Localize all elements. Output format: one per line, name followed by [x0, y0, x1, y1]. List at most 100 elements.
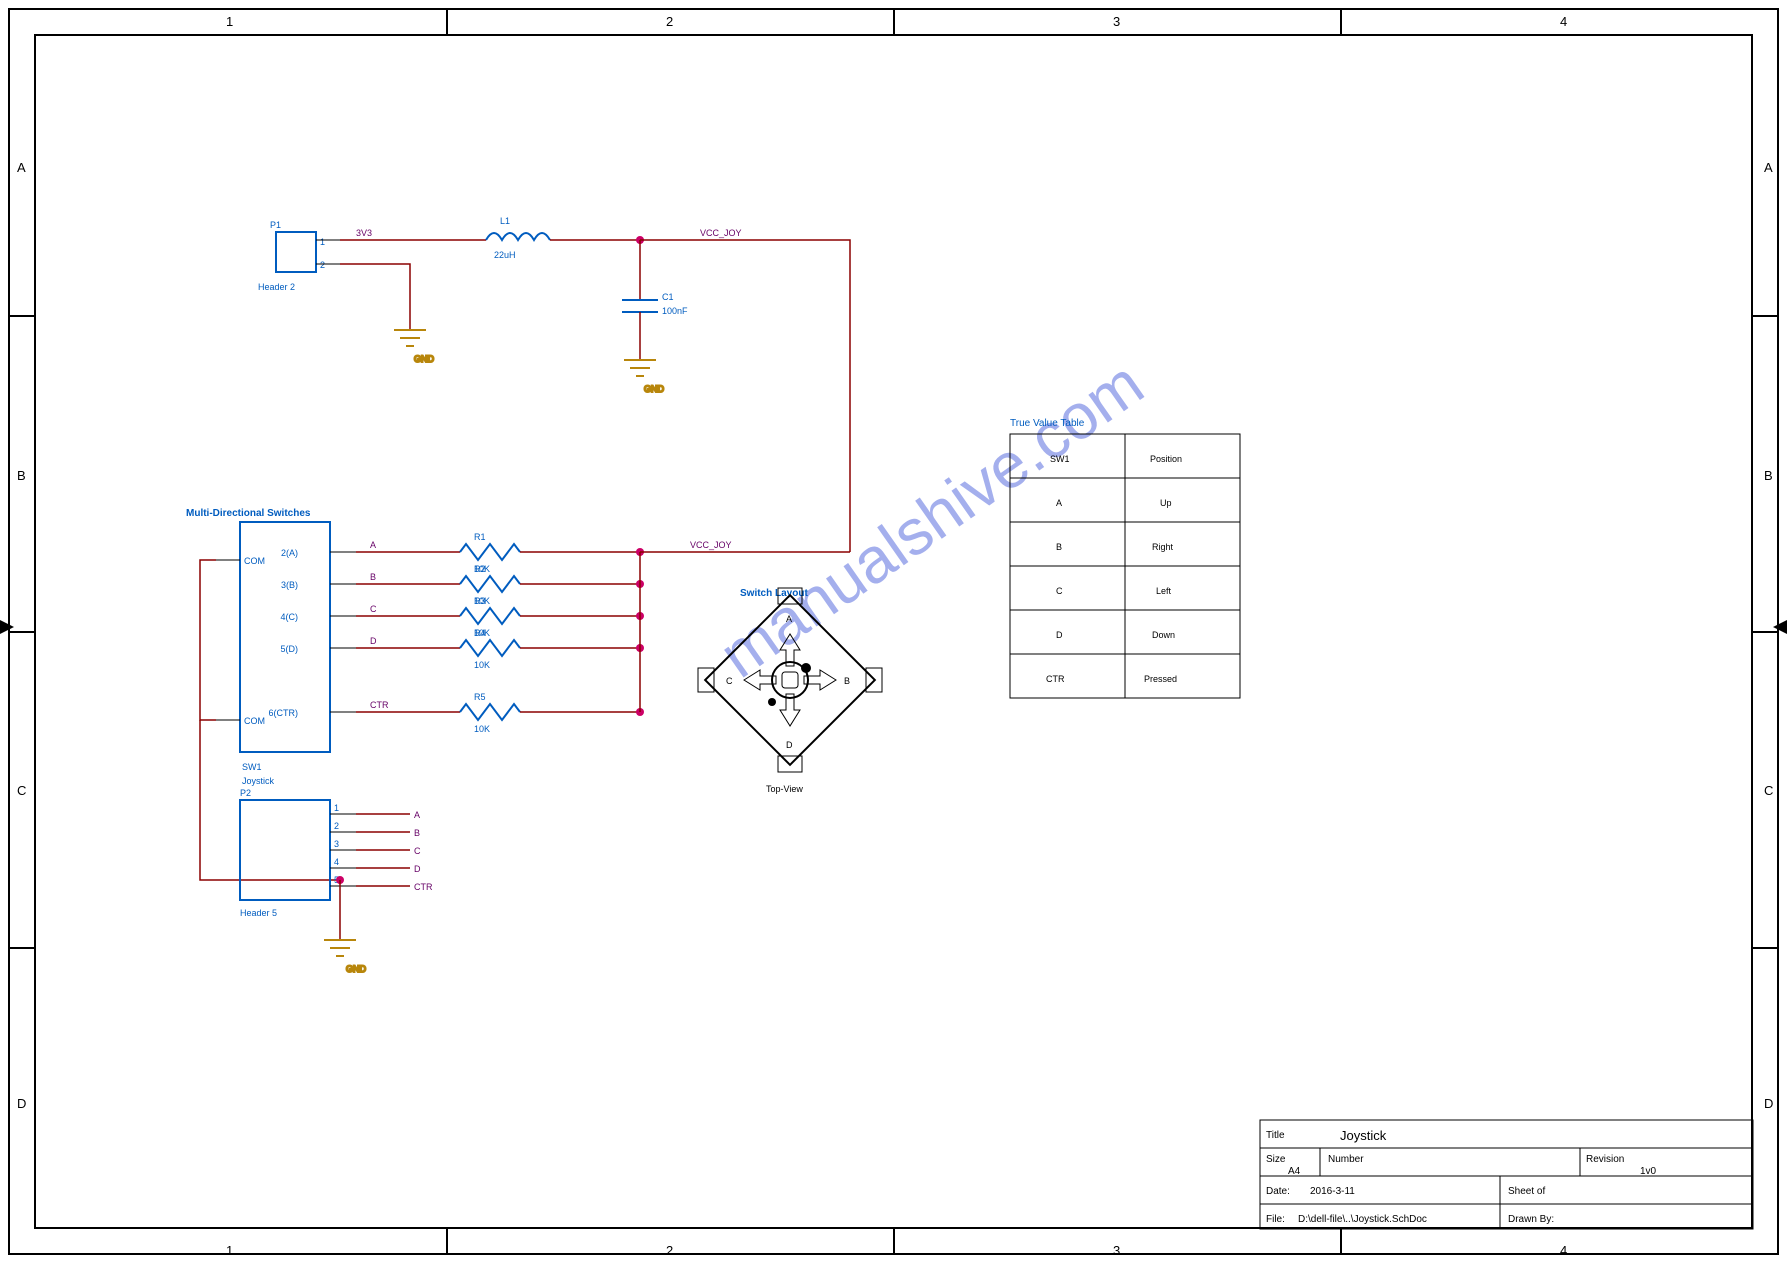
svg-text:Sheet of: Sheet of	[1508, 1186, 1545, 1197]
svg-text:R2: R2	[474, 564, 486, 574]
p2-nets: A B C D CTR	[356, 810, 433, 892]
wire	[640, 240, 850, 552]
switch-sw1: Multi-Directional Switches SW1 Joystick …	[186, 508, 356, 786]
svg-text:Right: Right	[1152, 542, 1174, 552]
svg-text:4: 4	[1560, 1243, 1567, 1258]
svg-text:File:: File:	[1266, 1214, 1285, 1225]
svg-text:6(CTR): 6(CTR)	[269, 708, 299, 718]
svg-text:Date:: Date:	[1266, 1186, 1290, 1197]
svg-text:Left: Left	[1156, 586, 1172, 596]
svg-text:Size: Size	[1266, 1154, 1286, 1165]
svg-text:2016-3-11: 2016-3-11	[1310, 1186, 1355, 1197]
svg-text:4(C): 4(C)	[281, 612, 299, 622]
gnd-symbol: GND	[624, 360, 665, 394]
svg-text:4: 4	[334, 857, 339, 867]
svg-text:R1: R1	[474, 532, 486, 542]
svg-text:SW1: SW1	[1050, 454, 1070, 464]
resistor-row-c: C R3 10K	[356, 596, 644, 638]
svg-text:Drawn By:: Drawn By:	[1508, 1214, 1554, 1225]
svg-text:P2: P2	[240, 788, 251, 798]
svg-text:C: C	[1764, 783, 1773, 798]
svg-text:A: A	[786, 614, 792, 624]
svg-text:2(A): 2(A)	[281, 548, 298, 558]
svg-text:B: B	[370, 572, 376, 582]
svg-text:1: 1	[226, 1243, 233, 1258]
svg-text:L1: L1	[500, 216, 510, 226]
wire	[200, 560, 216, 720]
svg-text:D: D	[1764, 1096, 1773, 1111]
connector-p2: P2 Header 5 1 2 3 4 5	[240, 788, 356, 918]
svg-text:C1: C1	[662, 292, 674, 302]
svg-text:2: 2	[666, 14, 673, 29]
inductor-l1: L1 22uH	[486, 216, 550, 260]
svg-text:D: D	[370, 636, 377, 646]
zone-labels: 1 2 3 4 1 2 3 4 A B C D A B C D	[17, 14, 1773, 1258]
svg-text:R3: R3	[474, 596, 486, 606]
resistor-row-ctr: CTR R5 10K	[356, 692, 644, 734]
svg-text:C: C	[726, 676, 733, 686]
svg-text:C: C	[370, 604, 377, 614]
schematic-canvas: manualshive.com 1 2 3 4 1 2 3 4 A B C D …	[0, 0, 1787, 1263]
svg-text:Title: Title	[1266, 1130, 1285, 1141]
resistor-row-d: D R4 10K	[356, 628, 644, 670]
svg-text:1: 1	[334, 803, 339, 813]
svg-text:D: D	[414, 864, 421, 874]
svg-text:CTR: CTR	[370, 700, 389, 710]
wire	[340, 264, 410, 330]
svg-text:Header 5: Header 5	[240, 908, 277, 918]
svg-text:4: 4	[1560, 14, 1567, 29]
svg-text:R4: R4	[474, 628, 486, 638]
svg-text:Position: Position	[1150, 454, 1182, 464]
svg-text:GND: GND	[644, 384, 665, 394]
svg-text:SW1: SW1	[242, 762, 262, 772]
svg-text:C: C	[414, 846, 421, 856]
svg-text:A: A	[414, 810, 420, 820]
netlabel-vccjoy: VCC_JOY	[690, 540, 732, 550]
svg-text:Down: Down	[1152, 630, 1175, 640]
title-block: Title Joystick Size A4 Number Revision 1…	[1260, 1120, 1753, 1229]
svg-text:COM: COM	[244, 556, 265, 566]
resistor-row-b: B R2 10K	[356, 564, 644, 606]
svg-text:D: D	[1056, 630, 1063, 640]
svg-text:A: A	[370, 540, 376, 550]
svg-text:100nF: 100nF	[662, 306, 688, 316]
svg-text:3: 3	[1113, 1243, 1120, 1258]
svg-text:C: C	[17, 783, 26, 798]
svg-text:1v0: 1v0	[1640, 1166, 1657, 1177]
svg-text:CTR: CTR	[414, 882, 433, 892]
svg-text:CTR: CTR	[1046, 674, 1065, 684]
svg-text:B: B	[17, 468, 26, 483]
svg-text:2: 2	[334, 821, 339, 831]
netlabel-vccjoy: VCC_JOY	[700, 228, 742, 238]
svg-text:3(B): 3(B)	[281, 580, 298, 590]
svg-text:B: B	[414, 828, 420, 838]
svg-text:Pressed: Pressed	[1144, 674, 1177, 684]
svg-text:D:\dell-file\..\Joystick.SchDo: D:\dell-file\..\Joystick.SchDoc	[1298, 1214, 1427, 1225]
svg-text:Joystick: Joystick	[1340, 1128, 1387, 1143]
svg-text:10K: 10K	[474, 724, 490, 734]
svg-text:C: C	[1056, 586, 1063, 596]
svg-text:B: B	[1056, 542, 1062, 552]
svg-text:COM: COM	[244, 716, 265, 726]
svg-text:Top-View: Top-View	[766, 784, 803, 794]
connector-p1: P1 Header 2 1 2	[258, 220, 340, 292]
svg-text:22uH: 22uH	[494, 250, 516, 260]
svg-text:Up: Up	[1160, 498, 1172, 508]
svg-text:GND: GND	[414, 354, 435, 364]
watermark: manualshive.com	[707, 347, 1156, 692]
svg-text:D: D	[786, 740, 793, 750]
svg-text:P1: P1	[270, 220, 281, 230]
svg-text:D: D	[17, 1096, 26, 1111]
svg-text:3: 3	[1113, 14, 1120, 29]
svg-text:Revision: Revision	[1586, 1154, 1624, 1165]
svg-text:10K: 10K	[474, 660, 490, 670]
svg-text:Number: Number	[1328, 1154, 1364, 1165]
svg-text:Header 2: Header 2	[258, 282, 295, 292]
svg-text:3: 3	[334, 839, 339, 849]
gnd-symbol: GND	[324, 940, 367, 974]
svg-text:B: B	[844, 676, 850, 686]
svg-text:Multi-Directional Switches: Multi-Directional Switches	[186, 508, 311, 519]
netlabel-3v3: 3V3	[356, 228, 372, 238]
svg-text:True Value Table: True Value Table	[1010, 418, 1085, 429]
gnd-symbol: GND	[394, 330, 435, 364]
